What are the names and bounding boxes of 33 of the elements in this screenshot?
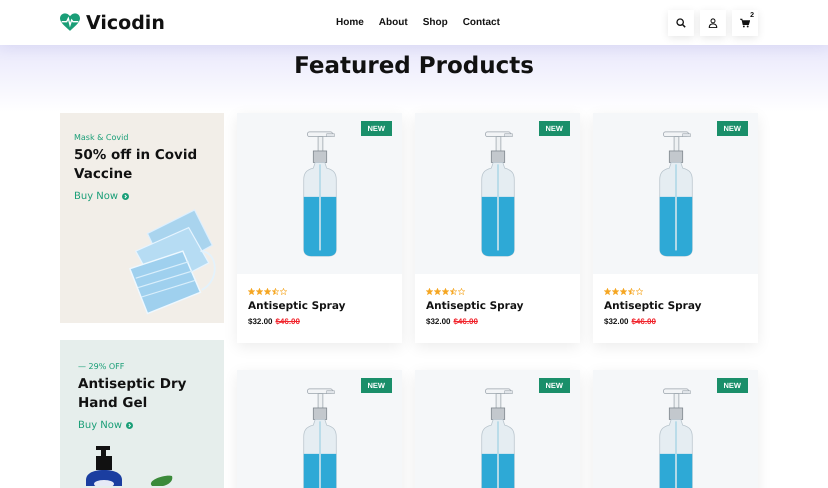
product-price: $32.00: [248, 317, 272, 326]
user-icon: [708, 18, 718, 28]
nav-link[interactable]: Home: [336, 17, 364, 28]
empty-star-icon: [280, 288, 287, 295]
nav-link[interactable]: Contact: [462, 17, 500, 28]
cart-icon: [740, 18, 750, 28]
half-star-icon: [628, 288, 635, 295]
empty-star-icon: [636, 288, 643, 295]
promo-eyebrow: — 29% OFF: [78, 362, 126, 371]
search-icon: [676, 18, 686, 28]
empty-star-icon: [458, 288, 465, 295]
arrow-circle-icon: [122, 193, 130, 200]
product-price: $32.00: [604, 317, 628, 326]
half-star-icon: [450, 288, 457, 295]
section-title: Featured Products: [294, 53, 534, 81]
old-price: $46.00: [631, 317, 656, 326]
product-name[interactable]: Antiseptic Spray: [426, 300, 569, 312]
logo-text[interactable]: Vicodin: [86, 12, 165, 34]
half-star-icon: [272, 288, 279, 295]
product-name[interactable]: Antiseptic Spray: [604, 300, 747, 312]
nav-link[interactable]: Shop: [422, 17, 448, 28]
search-button[interactable]: [668, 10, 694, 36]
account-button[interactable]: [700, 10, 726, 36]
promo-title: Antiseptic Dry Hand Gel: [78, 375, 188, 413]
product-name[interactable]: Antiseptic Spray: [248, 300, 391, 312]
arrow-circle-icon: [126, 422, 134, 429]
old-price: $46.00: [453, 317, 478, 326]
nav-link[interactable]: About: [378, 17, 408, 28]
product-price: $32.00: [426, 317, 450, 326]
old-price: $46.00: [275, 317, 300, 326]
promo-title: 50% off in Covid Vaccine: [74, 146, 198, 184]
heart-pulse-icon: [60, 13, 80, 32]
promo-eyebrow: Mask & Covid: [74, 133, 130, 142]
